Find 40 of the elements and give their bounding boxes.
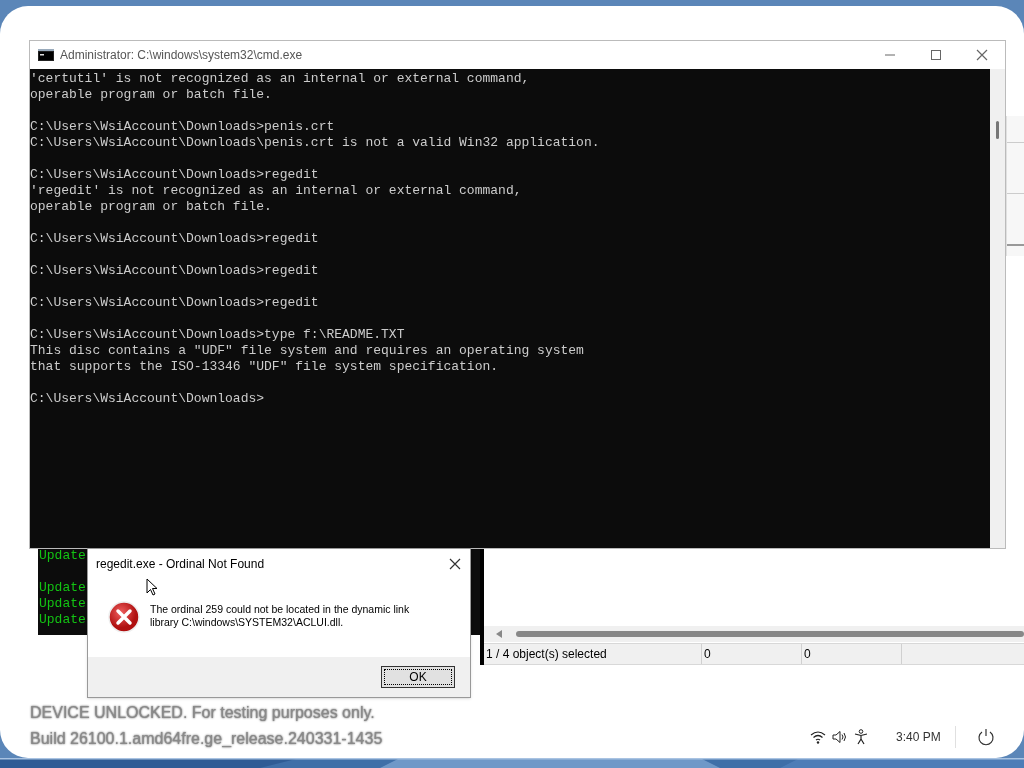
console-line: Update [39, 596, 86, 612]
console-line: C:\Users\WsiAccount\Downloads>regedit [30, 231, 319, 247]
console-line: C:\Users\WsiAccount\Downloads>penis.crt [30, 119, 335, 135]
console-app-icon [38, 49, 54, 61]
desktop-notice: Build 26100.1.amd64fre.ge_release.240331-1435 [30, 729, 383, 749]
close-icon [449, 558, 461, 570]
ok-button[interactable]: OK [381, 666, 455, 688]
mouse-cursor-icon [146, 578, 158, 596]
console-line: Update [39, 612, 86, 628]
console-line: Update [39, 548, 86, 564]
console-line: C:\Users\WsiAccount\Downloads>regedit [30, 263, 319, 279]
desktop-notice: DEVICE UNLOCKED. For testing purposes only. [30, 703, 375, 723]
status-bar-cell: 0 [702, 644, 802, 664]
dialog-title: regedit.exe - Ordinal Not Found [96, 556, 265, 573]
window-title: Administrator: C:\windows\system32\cmd.exe [60, 47, 303, 64]
volume-icon [832, 730, 848, 744]
console-line: C:\Users\WsiAccount\Downloads>regedit [30, 167, 319, 183]
power-icon [976, 728, 995, 746]
error-message: The ordinal 259 could not be located in the dynamic link library C:\windows\SYSTEM32\ACLUI.dll. [150, 603, 411, 629]
wifi-icon [810, 730, 826, 744]
console-line: 'regedit' is not recognized as an internal or external command, [30, 183, 522, 199]
console-line: C:\Users\WsiAccount\Downloads>type f:\README.TXT [30, 327, 405, 343]
error-icon [108, 601, 140, 633]
console-line: operable program or batch file. [30, 87, 272, 103]
console-line: that supports the ISO-13346 "UDF" file system specification. [30, 359, 499, 375]
maximize-icon [930, 49, 942, 61]
console-line: Update [39, 580, 86, 596]
console-line: operable program or batch file. [30, 199, 272, 215]
accessibility-icon [854, 729, 868, 745]
scroll-left-icon [494, 628, 504, 640]
status-bar-cell: 0 [802, 644, 902, 664]
console-line: C:\Users\WsiAccount\Downloads> [30, 391, 265, 407]
close-icon [976, 49, 988, 61]
power-button[interactable] [975, 727, 996, 747]
console-line: 'certutil' is not recognized as an internal or external command, [30, 71, 530, 87]
console-line: This disc contains a "UDF" file system and requires an operating system [30, 343, 584, 359]
console-line: C:\Users\WsiAccount\Downloads\penis.crt is not a valid Win32 application. [30, 135, 600, 151]
console-line: C:\Users\WsiAccount\Downloads>regedit [30, 295, 319, 311]
clock-time: 3:40 PM [896, 729, 941, 746]
status-bar-cell: 1 / 4 object(s) selected [484, 644, 702, 664]
